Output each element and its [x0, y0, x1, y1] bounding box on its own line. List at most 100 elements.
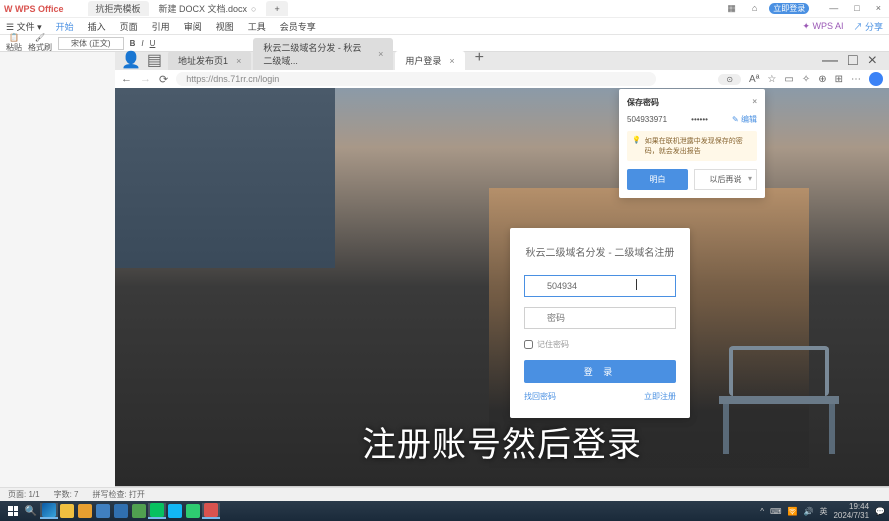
notifications-icon[interactable]: 💬 — [875, 507, 885, 516]
paste-button[interactable]: 📋粘贴 — [6, 33, 22, 53]
ribbon-tools[interactable]: 工具 — [248, 20, 266, 33]
save-password-popup: 保存密码 × 504933971 •••••• ✎ 编辑 💡 如果在联机泄露中发… — [619, 89, 765, 198]
edge-icon[interactable] — [40, 503, 58, 519]
ribbon-vip[interactable]: 会员专享 — [280, 20, 316, 33]
password-input[interactable] — [524, 307, 676, 329]
wps-tab-newdoc[interactable]: 新建 DOCX 文档.docx○ — [151, 1, 265, 16]
ribbon-view[interactable]: 视图 — [216, 20, 234, 33]
qq-icon[interactable] — [166, 503, 184, 519]
profile-icon[interactable]: 👤 — [121, 50, 141, 70]
remember-box[interactable] — [524, 340, 533, 349]
ribbon-page[interactable]: 页面 — [120, 20, 138, 33]
a-button[interactable]: Aª — [749, 74, 759, 85]
format-painter[interactable]: 🖌格式刷 — [28, 33, 52, 53]
close-icon[interactable]: ○ — [251, 4, 256, 14]
wps-doc-tabs: 抗拒壳模板 新建 DOCX 文档.docx○ + — [88, 1, 290, 16]
network-icon[interactable]: 🛜 — [788, 507, 798, 516]
wps-icon[interactable] — [202, 503, 220, 519]
login-button[interactable]: 立即登录 — [769, 3, 809, 14]
ok-button[interactable]: 明白 — [627, 169, 688, 190]
close-icon[interactable]: × — [868, 52, 877, 70]
wps-logo: W WPS Office — [4, 4, 64, 14]
lang-indicator[interactable]: 英 — [819, 506, 827, 517]
video-subtitle: 注册账号然后登录 — [362, 417, 642, 466]
remember-checkbox[interactable]: 记住密码 — [524, 339, 676, 350]
wps-tab-template[interactable]: 抗拒壳模板 — [88, 1, 149, 16]
text-cursor — [636, 279, 637, 290]
mail-icon[interactable] — [112, 503, 130, 519]
bold-button[interactable]: B — [130, 39, 136, 48]
home-icon[interactable]: ⌂ — [748, 3, 761, 14]
download-icon[interactable]: ⊕ — [818, 74, 826, 85]
italic-button[interactable]: I — [141, 39, 143, 48]
minimize-icon[interactable]: — — [822, 52, 838, 70]
wps-tab-add[interactable]: + — [266, 1, 287, 16]
volume-icon[interactable]: 🔊 — [803, 507, 813, 516]
bulb-icon: 💡 — [632, 136, 641, 156]
username-input[interactable] — [524, 275, 676, 297]
collections-icon[interactable]: ▭ — [784, 74, 793, 85]
back-button[interactable]: ← — [121, 73, 132, 85]
close-icon[interactable]: × — [752, 97, 757, 108]
reload-button[interactable]: ⟳ — [159, 73, 168, 86]
reader-button[interactable]: ⊙ — [718, 74, 741, 85]
register-link[interactable]: 立即注册 — [644, 391, 676, 402]
store-icon[interactable] — [94, 503, 112, 519]
more-icon[interactable]: ⋯ — [851, 74, 861, 85]
ime-icon[interactable]: ⌨ — [770, 507, 782, 516]
close-icon[interactable]: × — [378, 49, 383, 59]
app-icon[interactable] — [76, 503, 94, 519]
fav-icon[interactable]: ✧ — [802, 74, 810, 85]
wps-ai[interactable]: ✦ WPS AI — [802, 21, 843, 32]
later-button[interactable]: 以后再说▾ — [694, 169, 757, 190]
share-button[interactable]: ↗ 分享 — [853, 20, 883, 33]
grid-icon[interactable]: ▦ — [723, 3, 740, 14]
window-controls: ▦ ⌂ 立即登录 — □ × — [723, 3, 885, 14]
ext-icon[interactable]: ⊞ — [835, 74, 843, 85]
app-icon[interactable] — [184, 503, 202, 519]
maximize-icon[interactable]: □ — [848, 52, 858, 70]
browser-tab-1[interactable]: 地址发布页1× — [168, 51, 251, 70]
browser-tab-2[interactable]: 秋云二级域名分发 - 秋云二级域...× — [253, 38, 393, 70]
browser-window-controls: — □ × — [816, 52, 883, 70]
font-selector[interactable]: 宋体 (正文) — [58, 37, 124, 50]
ribbon-reference[interactable]: 引用 — [152, 20, 170, 33]
browser-tab-3[interactable]: 用户登录× — [395, 51, 464, 70]
chevron-up-icon[interactable]: ^ — [760, 507, 764, 516]
star-icon[interactable]: ☆ — [767, 74, 776, 85]
file-menu[interactable]: ☰ 文件 ▾ — [6, 20, 42, 33]
minimize-icon[interactable]: — — [825, 3, 842, 14]
forgot-password-link[interactable]: 找回密码 — [524, 391, 556, 402]
wechat-icon[interactable] — [148, 503, 166, 519]
wps-statusbar: 页面: 1/1 字数: 7 拼写检查: 打开 — [0, 487, 889, 501]
bg-decoration — [115, 88, 335, 268]
ribbon-start[interactable]: 开始 — [56, 20, 74, 33]
page-status: 页面: 1/1 — [8, 489, 40, 500]
explorer-icon[interactable] — [58, 503, 76, 519]
url-input[interactable]: https://dns.71rr.cn/login — [176, 72, 656, 86]
clock[interactable]: 19:442024/7/31 — [833, 502, 869, 520]
app-icon[interactable] — [130, 503, 148, 519]
close-icon[interactable]: × — [872, 3, 885, 14]
edit-link[interactable]: ✎ 编辑 — [732, 114, 757, 125]
login-title: 秋云二级域名分发 - 二级域名注册 — [524, 244, 676, 259]
search-icon[interactable]: 🔍 — [22, 503, 40, 519]
page-content: 秋云二级域名分发 - 二级域名注册 👤 🔒 记住密码 登 录 找回密码 立即注册 — [115, 88, 889, 486]
spellcheck-status: 拼写检查: 打开 — [92, 489, 144, 500]
close-icon[interactable]: × — [449, 56, 454, 66]
new-tab-button[interactable]: + — [467, 46, 492, 70]
saved-password-dots: •••••• — [691, 115, 708, 124]
ribbon-insert[interactable]: 插入 — [88, 20, 106, 33]
ribbon-review[interactable]: 审阅 — [184, 20, 202, 33]
system-tray: ^ ⌨ 🛜 🔊 英 19:442024/7/31 💬 — [760, 502, 885, 520]
extension-icon[interactable] — [869, 72, 883, 86]
underline-button[interactable]: U — [150, 39, 156, 48]
bg-decoration — [709, 346, 849, 456]
word-count: 字数: 7 — [54, 489, 79, 500]
maximize-icon[interactable]: □ — [850, 3, 863, 14]
sidebar-icon[interactable]: ▤ — [147, 50, 162, 70]
close-icon[interactable]: × — [236, 56, 241, 66]
forward-button[interactable]: → — [140, 73, 151, 85]
start-button[interactable] — [4, 503, 22, 519]
login-submit-button[interactable]: 登 录 — [524, 360, 676, 383]
